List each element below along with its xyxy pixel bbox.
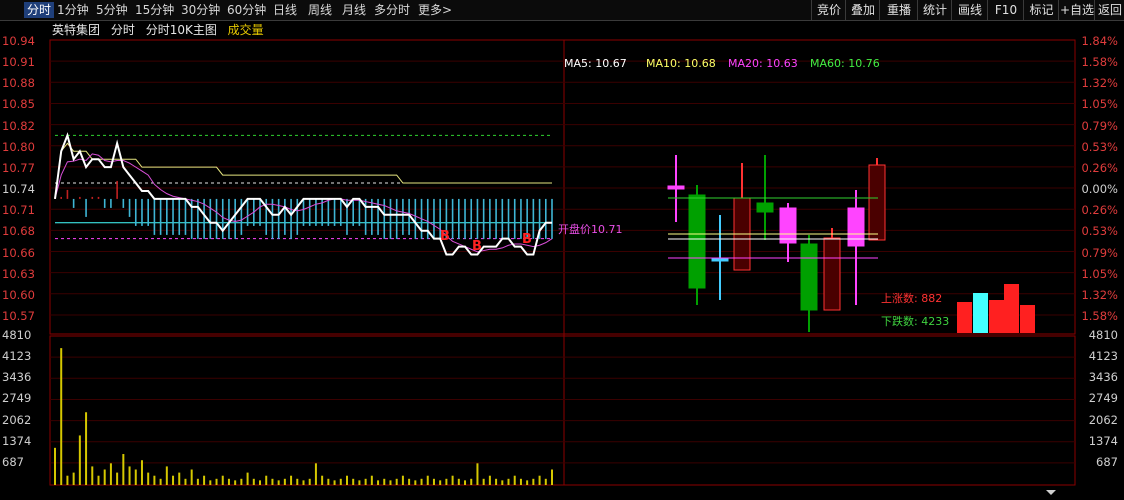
axis-tick-label: 2062: [1088, 412, 1118, 427]
axis-tick-label: 4810: [1088, 328, 1118, 342]
axis-tick-label: 0.79%: [1081, 245, 1118, 260]
axis-tick-label: 0.79%: [1081, 118, 1118, 133]
candle-body: [667, 185, 685, 190]
axis-tick-label: 10.82: [2, 118, 35, 133]
candle-body: [688, 194, 706, 289]
axis-tick-label: 10.63: [2, 266, 35, 281]
axis-tick-label: 0.53%: [1081, 139, 1118, 154]
axis-tick-label: 1374: [2, 433, 32, 448]
ma-legend-item: MA10: 10.68: [646, 57, 716, 70]
candle-body: [779, 207, 797, 244]
axis-tick-label: 3436: [1088, 370, 1118, 385]
axis-tick-label: 1374: [1088, 433, 1118, 448]
axis-tick-label: 687: [1096, 454, 1118, 469]
candle-body: [847, 207, 865, 247]
axis-tick-label: 2749: [2, 391, 32, 406]
buy-signal-label: B: [440, 229, 450, 244]
axis-tick-label: 1.58%: [1081, 308, 1118, 323]
axis-tick-label: 1.58%: [1081, 55, 1118, 70]
axis-tick-label: 2749: [1088, 391, 1118, 406]
axis-tick-label: 10.66: [2, 245, 35, 260]
scroll-down-icon: [1046, 490, 1056, 495]
breadth-bar: [1004, 284, 1019, 333]
buy-signal-label: B: [472, 239, 482, 254]
axis-tick-label: 1.32%: [1081, 287, 1118, 302]
axis-tick-label: 4810: [2, 328, 32, 342]
axis-tick-label: 10.68: [2, 224, 35, 239]
ma-legend-item: MA20: 10.63: [728, 57, 798, 70]
ma-legend-item: MA5: 10.67: [564, 57, 627, 70]
axis-tick-label: 687: [2, 454, 24, 469]
axis-tick-label: 10.94: [2, 34, 35, 48]
axis-tick-label: 10.77: [2, 160, 35, 175]
axis-tick-label: 1.05%: [1081, 97, 1118, 112]
up-count-label: 上涨数: 882: [881, 292, 942, 305]
axis-tick-label: 10.60: [2, 287, 35, 302]
axis-tick-label: 10.80: [2, 139, 35, 154]
candle-body: [823, 237, 841, 311]
axis-tick-label: 10.57: [2, 308, 35, 323]
axis-tick-label: 10.91: [2, 55, 35, 70]
candle-body: [868, 164, 886, 241]
axis-tick-label: 3436: [2, 370, 32, 385]
axis-tick-label: 1.84%: [1081, 34, 1118, 48]
axis-tick-label: 2062: [2, 412, 32, 427]
candle-body: [756, 202, 774, 213]
axis-tick-label: 4123: [1088, 349, 1118, 364]
candle-body: [800, 243, 818, 311]
down-count-label: 下跌数: 4233: [881, 314, 949, 328]
buy-signal-label: B: [522, 232, 532, 247]
axis-tick-label: 10.71: [2, 203, 35, 218]
axis-tick-label: 10.88: [2, 76, 35, 91]
axis-tick-label: 0.00%: [1081, 182, 1118, 197]
axis-tick-label: 4123: [2, 349, 32, 364]
axis-tick-label: 1.05%: [1081, 266, 1118, 281]
avg-price-line: [54, 142, 552, 199]
axis-tick-label: 1.32%: [1081, 76, 1118, 91]
breadth-bar: [1020, 305, 1035, 333]
open-price-label: 开盘价10.71: [558, 222, 623, 236]
breadth-bar: [973, 293, 988, 333]
ma-legend-item: MA60: 10.76: [810, 57, 880, 70]
axis-tick-label: 0.26%: [1081, 203, 1118, 218]
axis-tick-label: 10.74: [2, 182, 35, 197]
axis-tick-label: 0.53%: [1081, 224, 1118, 239]
chart-canvas[interactable]: 开盘价10.71 B B B MA5: 10.67 MA10: 10.68 MA20: 10…: [0, 0, 1124, 500]
axis-tick-label: 10.85: [2, 97, 35, 112]
breadth-bar: [957, 302, 972, 333]
axis-tick-label: 0.26%: [1081, 160, 1118, 175]
breadth-bar: [989, 300, 1004, 333]
price-frame: [49, 39, 1076, 335]
